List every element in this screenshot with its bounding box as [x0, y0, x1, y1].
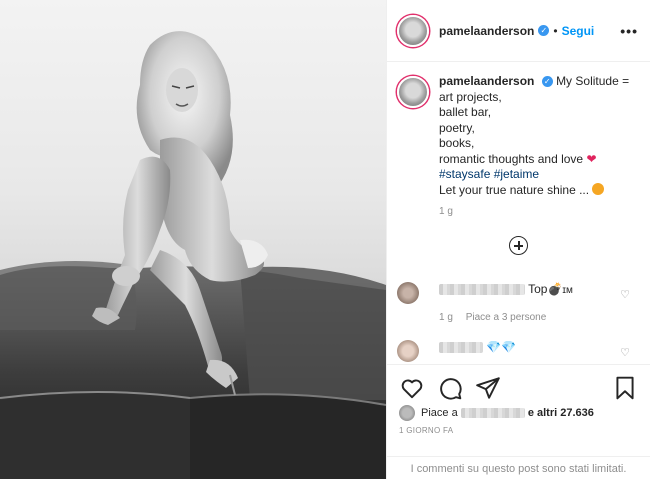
- more-options-icon[interactable]: •••: [620, 23, 638, 39]
- caption-line: ballet bar,: [439, 105, 492, 119]
- comment-text: 💎💎: [486, 340, 517, 354]
- post-side-panel: pamelaanderson ✓ • Segui ••• pamelaander…: [386, 0, 650, 479]
- caption-text: pamelaanderson ✓ My Solitude = art proje…: [439, 74, 629, 198]
- winking-face-emoji-icon: [592, 182, 605, 195]
- likes-summary: Piace a e altri 27.636: [387, 401, 650, 421]
- author-avatar[interactable]: [397, 14, 429, 47]
- blurred-username[interactable]: [439, 284, 525, 296]
- share-icon[interactable]: [475, 375, 501, 401]
- verified-badge-icon: ✓: [541, 76, 553, 88]
- likes-count[interactable]: e altri 27.636: [528, 407, 594, 419]
- instagram-post: pamelaanderson ✓ • Segui ••• pamelaander…: [0, 0, 650, 479]
- red-heart-emoji-icon: ❤: [586, 151, 597, 166]
- caption-line: My Solitude =: [556, 74, 630, 88]
- post-date[interactable]: 1 GIORNO FA: [387, 421, 650, 435]
- comment-meta: 1 g Piace a 3 persone: [439, 310, 573, 325]
- caption-line: books,: [439, 136, 475, 150]
- caption-time[interactable]: 1 g: [439, 206, 650, 217]
- comment-like-heart-icon[interactable]: ♡: [620, 346, 630, 359]
- blurred-liker-name[interactable]: [460, 408, 525, 419]
- post-actions: Piace a e altri 27.636 1 GIORNO FA I com…: [387, 364, 650, 479]
- comment-likes[interactable]: Piace a 3 persone: [466, 312, 547, 323]
- heart-icon[interactable]: [399, 375, 425, 401]
- post-caption: pamelaanderson ✓ My Solitude = art proje…: [387, 62, 650, 198]
- likes-text: Piace a e altri 27.636: [421, 407, 594, 419]
- action-icons: [387, 365, 650, 401]
- comment-body: Top💣ɪᴍ 1 g Piace a 3 persone: [439, 282, 573, 325]
- caption-line: romantic thoughts and love: [439, 151, 584, 166]
- caption-username[interactable]: pamelaanderson: [439, 74, 534, 88]
- author-username[interactable]: pamelaanderson: [439, 24, 534, 38]
- caption-avatar[interactable]: [397, 76, 429, 108]
- liker-avatar[interactable]: [399, 405, 415, 421]
- comment-like-heart-icon[interactable]: ♡: [620, 288, 630, 301]
- comment-item: Top💣ɪᴍ 1 g Piace a 3 persone ♡: [397, 282, 640, 325]
- load-more-comments-icon[interactable]: [509, 236, 528, 255]
- comment-body: 💎💎: [439, 340, 516, 355]
- comment-item: 💎💎 ♡: [397, 340, 640, 362]
- photo-illustration: [0, 31, 386, 479]
- comment-time[interactable]: 1 g: [439, 312, 453, 323]
- comments-limited-notice: I commenti su questo post sono stati lim…: [387, 456, 650, 479]
- comment-icon[interactable]: [437, 375, 463, 401]
- comment-text: Top💣: [528, 282, 563, 296]
- follow-button[interactable]: Segui: [562, 24, 595, 38]
- caption-line: Let your true nature shine ...: [439, 182, 590, 197]
- likes-prefix: Piace a: [421, 407, 458, 419]
- post-photo[interactable]: [0, 0, 386, 479]
- caption-line: art projects,: [439, 89, 502, 104]
- commenter-avatar[interactable]: [397, 340, 419, 362]
- post-header: pamelaanderson ✓ • Segui •••: [387, 0, 650, 62]
- verified-badge-icon: ✓: [538, 25, 550, 36]
- bookmark-icon[interactable]: [612, 375, 638, 401]
- caption-hashtags[interactable]: #staysafe #jetaime: [439, 167, 539, 181]
- separator-dot: •: [553, 23, 558, 38]
- commenter-avatar[interactable]: [397, 282, 419, 304]
- comment-text-suffix: ɪᴍ: [562, 285, 573, 296]
- caption-line: poetry,: [439, 120, 475, 135]
- blurred-username[interactable]: [439, 342, 483, 354]
